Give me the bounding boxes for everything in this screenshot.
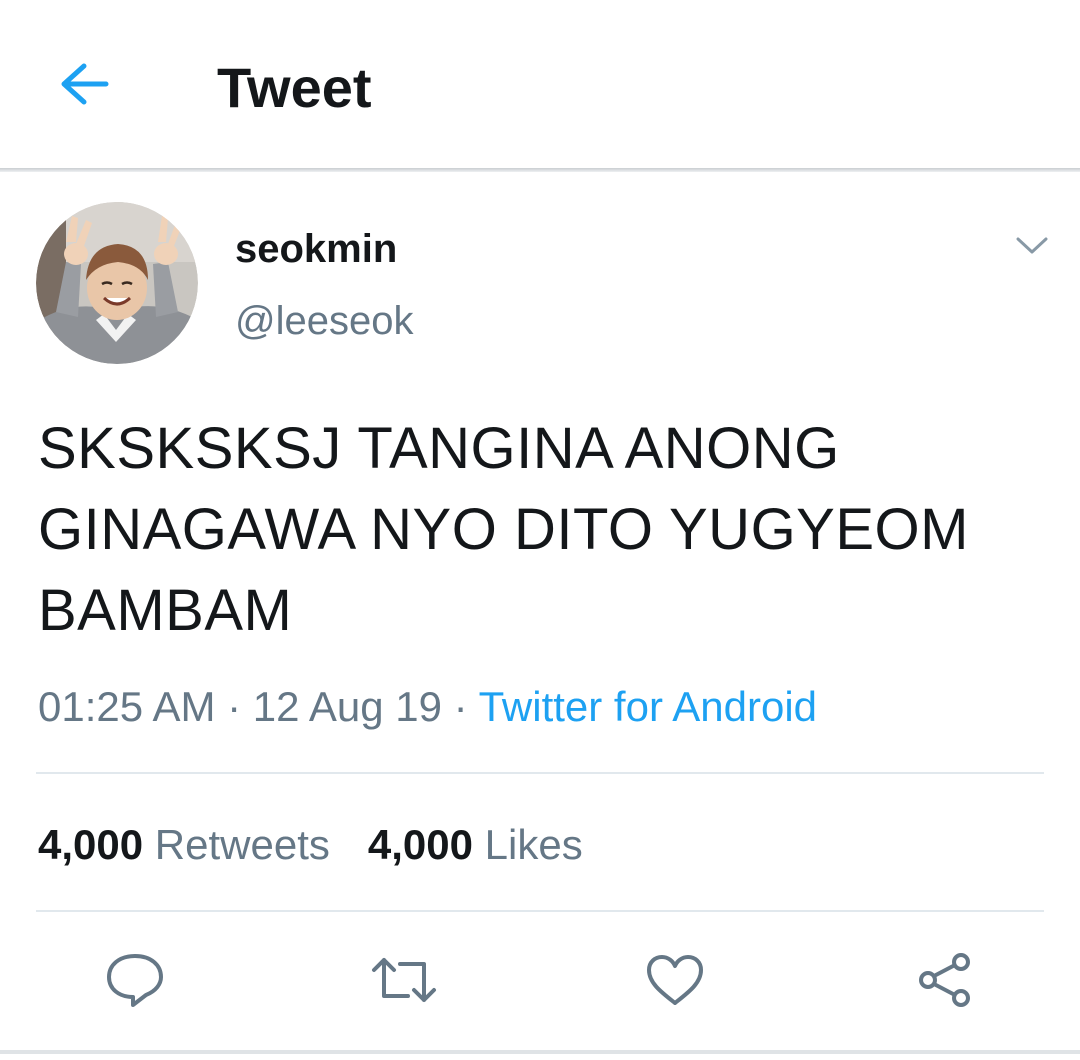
retweet-button[interactable]	[364, 940, 444, 1020]
divider	[36, 772, 1044, 774]
tweet-options-button[interactable]	[1008, 226, 1056, 266]
tweet-time: 01:25 AM	[38, 683, 216, 730]
tweet-source-link[interactable]: Twitter for Android	[479, 683, 817, 730]
author-handle[interactable]: @leeseok	[235, 298, 413, 344]
retweets-stat[interactable]: 4,000 Retweets	[38, 820, 330, 870]
retweet-icon	[372, 958, 436, 1002]
avatar[interactable]	[36, 202, 198, 364]
heart-icon	[647, 955, 703, 1005]
profile-photo-icon	[36, 202, 198, 364]
meta-separator: ·	[215, 683, 253, 730]
likes-label: Likes	[484, 821, 583, 868]
tweet-detail-screen: Tweet seokmin @leeseok SKSKSKSJ TANGINA …	[0, 0, 1080, 1060]
header-divider	[0, 168, 1080, 172]
share-button[interactable]	[905, 940, 985, 1020]
divider	[36, 910, 1044, 912]
like-button[interactable]	[635, 940, 715, 1020]
tweet-date: 12 Aug 19	[252, 683, 442, 730]
reply-button[interactable]	[95, 940, 175, 1020]
chevron-down-icon	[1016, 237, 1048, 254]
likes-count: 4,000	[367, 821, 473, 868]
page-title: Tweet	[217, 56, 372, 119]
top-app-bar: Tweet	[0, 0, 1080, 168]
bottom-divider	[0, 1050, 1080, 1054]
likes-stat[interactable]: 4,000 Likes	[368, 820, 583, 870]
tweet-action-bar	[0, 940, 1080, 1030]
tweet-text: SKSKSKSJ TANGINA ANONG GINAGAWA NYO DITO…	[38, 408, 1048, 651]
tweet-timestamp-row: 01:25 AM · 12 Aug 19 · Twitter for Andro…	[38, 682, 817, 732]
arrow-left-icon	[61, 63, 109, 105]
retweets-label: Retweets	[154, 821, 330, 868]
tweet-text-line: SKSKSKSJ TANGINA ANONG	[38, 416, 840, 481]
back-button[interactable]	[52, 52, 116, 116]
share-icon	[919, 953, 970, 1007]
reply-icon	[107, 954, 163, 1007]
meta-separator: ·	[441, 683, 479, 730]
retweets-count: 4,000	[38, 821, 144, 868]
engagement-stats: 4,000 Retweets 4,000 Likes	[38, 820, 621, 870]
tweet-text-line: BAMBAM	[38, 578, 293, 643]
tweet-text-line: GINAGAWA NYO DITO YUGYEOM	[38, 497, 969, 562]
author-display-name[interactable]: seokmin	[235, 226, 397, 272]
